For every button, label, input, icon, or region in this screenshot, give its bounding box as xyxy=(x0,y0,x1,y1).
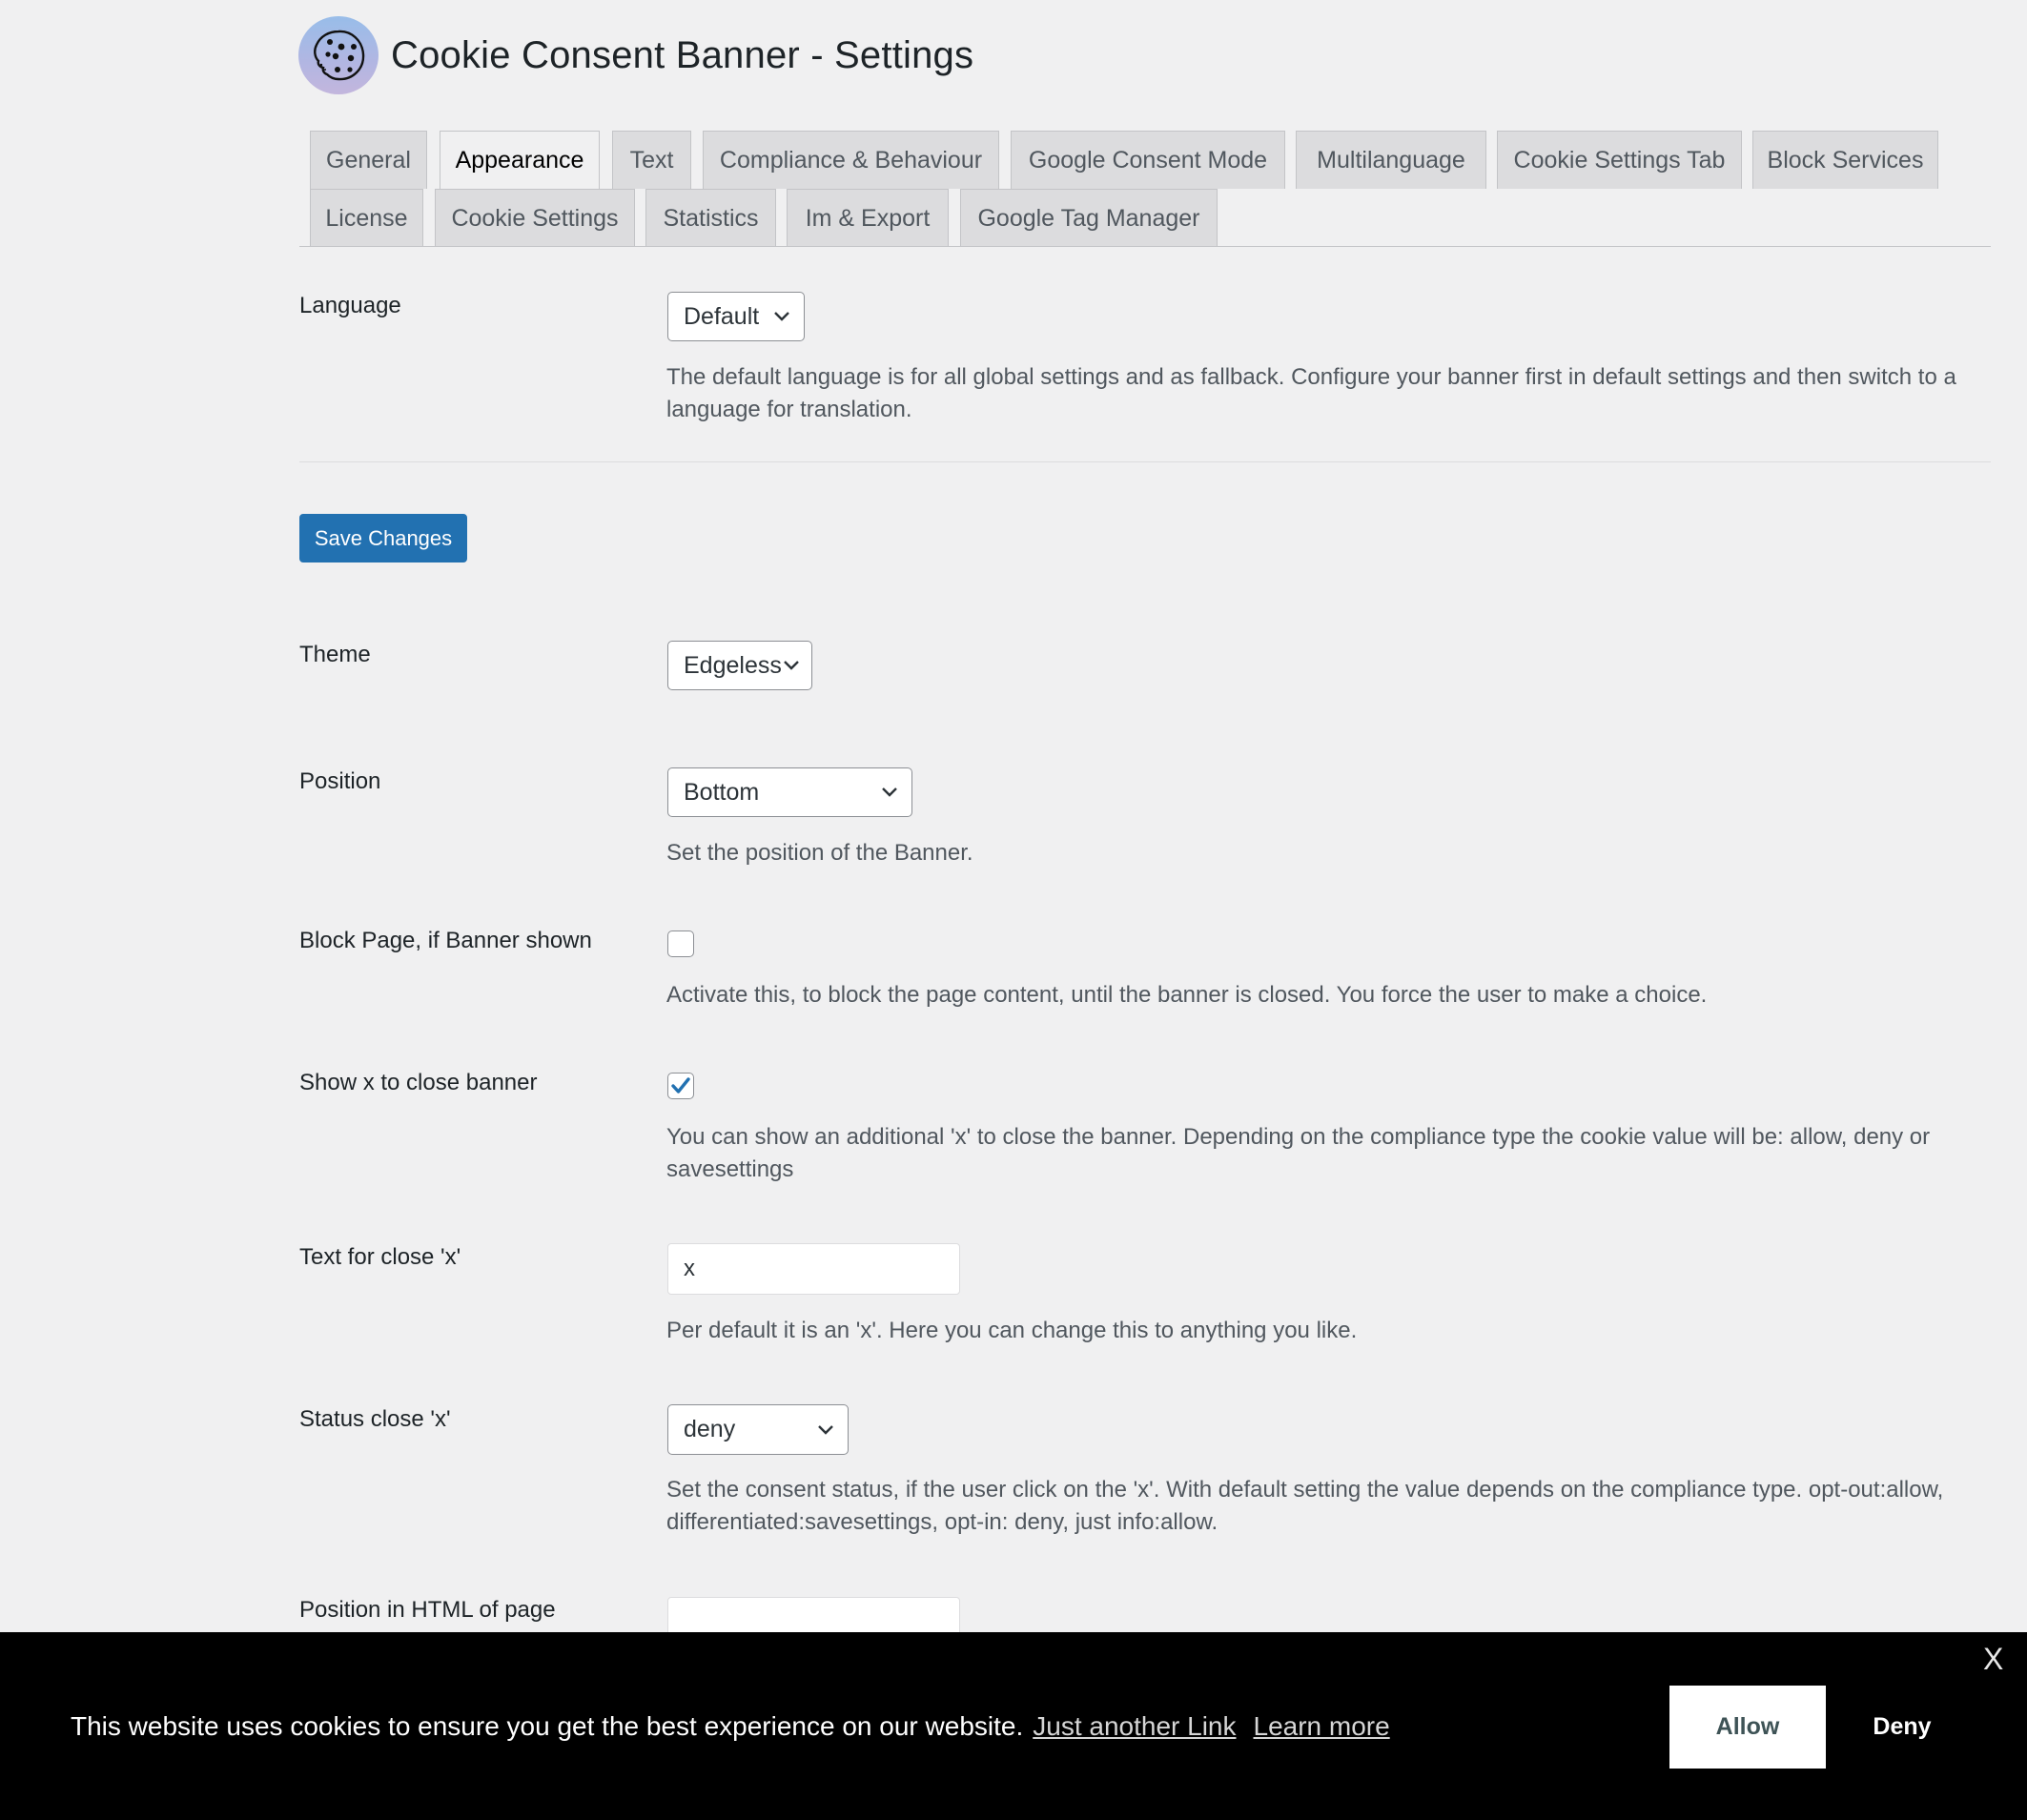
text-close-input[interactable]: x xyxy=(667,1243,960,1295)
show-x-checkbox[interactable] xyxy=(667,1073,694,1099)
learn-more-link[interactable]: Learn more xyxy=(1254,1711,1390,1741)
text-close-label: Text for close 'x' xyxy=(299,1244,461,1270)
language-select[interactable]: Default xyxy=(667,292,805,341)
tab-text[interactable]: Text xyxy=(612,131,691,189)
section-divider xyxy=(299,461,1991,462)
tab-google-consent-mode[interactable]: Google Consent Mode xyxy=(1011,131,1285,189)
banner-message: This website uses cookies to ensure you … xyxy=(71,1711,1390,1742)
position-select-value: Bottom xyxy=(684,778,760,806)
tabs-divider xyxy=(299,246,1991,247)
language-label: Language xyxy=(299,293,401,318)
tab-appearance[interactable]: Appearance xyxy=(440,131,600,190)
language-select-value: Default xyxy=(684,302,760,330)
checkmark-icon xyxy=(671,1077,690,1094)
position-select[interactable]: Bottom xyxy=(667,767,912,817)
tab-cookie-settings-tab[interactable]: Cookie Settings Tab xyxy=(1497,131,1742,189)
banner-message-text: This website uses cookies to ensure you … xyxy=(71,1711,1024,1741)
status-close-select-value: deny xyxy=(684,1416,736,1442)
banner-close-icon[interactable]: X xyxy=(1983,1642,2003,1677)
theme-select[interactable]: Edgeless xyxy=(667,641,812,690)
tab-license[interactable]: License xyxy=(310,189,423,247)
show-x-description: You can show an additional 'x' to close … xyxy=(666,1124,1931,1182)
theme-select-value: Edgeless xyxy=(684,651,782,679)
position-html-label: Position in HTML of page xyxy=(299,1597,556,1623)
position-description: Set the position of the Banner. xyxy=(666,840,973,866)
block-page-description: Activate this, to block the page content… xyxy=(666,982,1708,1008)
tab-im-export[interactable]: Im & Export xyxy=(787,189,949,247)
tab-compliance-behaviour[interactable]: Compliance & Behaviour xyxy=(703,131,999,189)
plugin-logo xyxy=(298,16,379,94)
status-close-description: Set the consent status, if the user clic… xyxy=(666,1477,1944,1535)
text-close-input-value: x xyxy=(684,1256,695,1281)
tab-statistics[interactable]: Statistics xyxy=(645,189,776,247)
cookie-icon xyxy=(314,30,365,81)
theme-label: Theme xyxy=(299,642,371,667)
chevron-down-icon xyxy=(784,661,799,670)
save-changes-button[interactable]: Save Changes xyxy=(299,514,467,562)
tab-cookie-settings[interactable]: Cookie Settings xyxy=(435,189,635,247)
tab-block-services[interactable]: Block Services xyxy=(1752,131,1938,189)
language-description: The default language is for all global s… xyxy=(666,364,1956,422)
position-label: Position xyxy=(299,768,381,794)
just-another-link[interactable]: Just another Link xyxy=(1033,1711,1236,1741)
status-close-label: Status close 'x' xyxy=(299,1406,451,1432)
allow-button[interactable]: Allow xyxy=(1669,1686,1826,1769)
chevron-down-icon xyxy=(882,787,897,797)
tab-general[interactable]: General xyxy=(310,131,427,189)
tab-multilanguage[interactable]: Multilanguage xyxy=(1296,131,1486,189)
show-x-label: Show x to close banner xyxy=(299,1070,538,1095)
page-title: Cookie Consent Banner - Settings xyxy=(391,34,974,76)
status-close-select[interactable]: deny xyxy=(667,1404,849,1455)
text-close-description: Per default it is an 'x'. Here you can c… xyxy=(666,1318,1358,1343)
chevron-down-icon xyxy=(774,312,789,321)
block-page-checkbox[interactable] xyxy=(667,930,694,957)
deny-button[interactable]: Deny xyxy=(1845,1686,1959,1769)
chevron-down-icon xyxy=(818,1424,833,1435)
block-page-label: Block Page, if Banner shown xyxy=(299,928,592,953)
tab-google-tag-manager[interactable]: Google Tag Manager xyxy=(960,189,1218,247)
